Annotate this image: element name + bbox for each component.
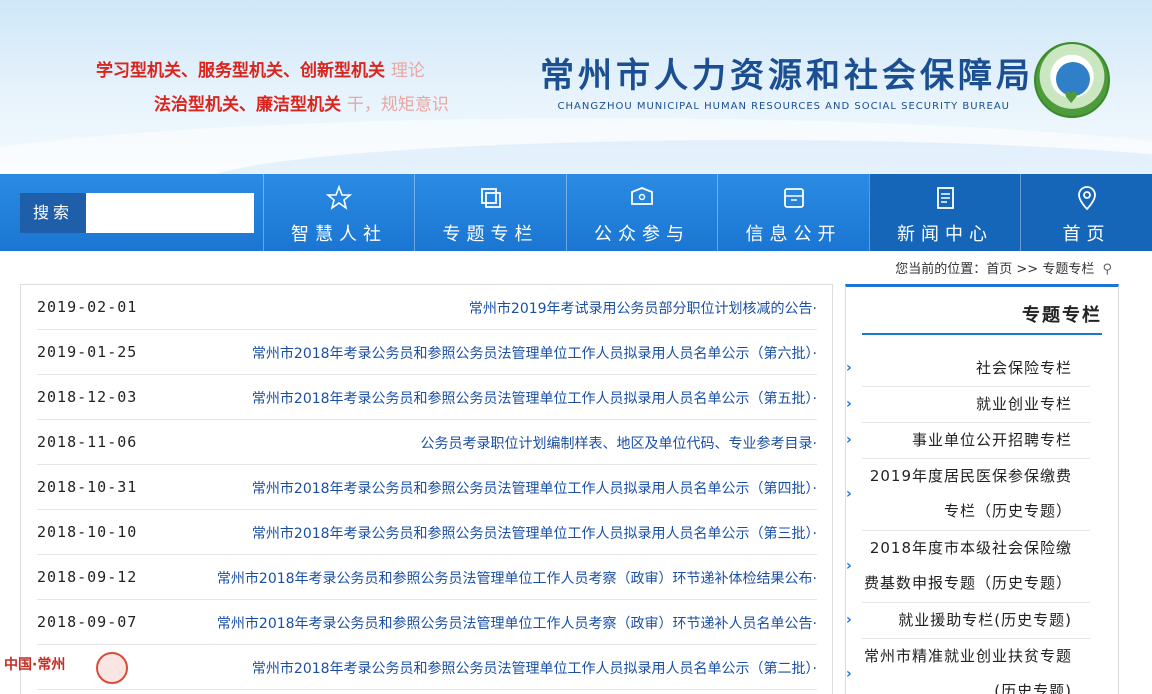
nav-item-info-disclosure[interactable]: 信息公开 — [717, 174, 869, 251]
nav-label-smart-hrss: 智慧人社 — [291, 224, 387, 245]
list-item: 2018-12-03 常州市2018年考录公务员和参照公务员法管理单位工作人员拟… — [37, 375, 817, 420]
nav-item-home[interactable]: 首页 — [1020, 174, 1152, 251]
list-item-date: 2018-09-07 — [37, 613, 138, 631]
chevron-right-icon: › — [846, 432, 852, 448]
sidebar-item-label: 2019年度居民医保参保缴费专栏（历史专题） — [869, 467, 1072, 520]
list-item: 2018-10-10 常州市2018年考录公务员和参照公务员法管理单位工作人员拟… — [37, 510, 817, 555]
nav-label-info-disclosure: 信息公开 — [745, 224, 842, 245]
chevron-right-icon: › — [846, 396, 852, 412]
list-item: 2018-09-12 常州市2018年考录公务员和参照公务员法管理单位工作人员考… — [37, 555, 817, 600]
header-slogan-1: 学习型机关、服务型机关、创新型机关 理论 — [96, 56, 425, 81]
list-item-date: 2019-01-25 — [37, 343, 138, 361]
sidebar-item-medical-insurance-2019[interactable]: › 2019年度居民医保参保缴费专栏（历史专题） — [846, 459, 1090, 531]
sidebar-item-label: 就业创业专栏 — [975, 395, 1072, 413]
nav-item-public-participation[interactable]: 公众参与 — [566, 174, 717, 251]
list-item-date: 2018-10-31 — [37, 478, 138, 496]
site-title[interactable]: 常州市人力资源和社会保障局 — [540, 48, 1030, 96]
location-pin-icon: ⚲ — [1102, 262, 1112, 277]
sidebar-title-text: 专题专栏 — [1022, 305, 1102, 326]
sidebar-item-label: 就业援助专栏(历史专题) — [898, 611, 1072, 629]
list-item: 2018-11-06 公务员考录职位计划编制样表、地区及单位代码、专业参考目录· — [37, 420, 817, 465]
inbox-icon — [783, 188, 804, 208]
list-item: 常州市2018年考录公务员和参照公务员法管理单位工作人员拟录用人员名单公示（第二… — [37, 645, 817, 690]
nav-item-news[interactable]: 新闻中心 — [869, 174, 1020, 251]
site-title-english: CHANGZHOU MUNICIPAL HUMAN RESOURCES AND … — [557, 101, 1010, 112]
list-item-link[interactable]: 公务员考录职位计划编制样表、地区及单位代码、专业参考目录· — [421, 433, 817, 453]
search-button[interactable]: 搜索 — [20, 193, 86, 233]
site-header: 学习型机关、服务型机关、创新型机关 理论 法治型机关、廉洁型机关 干，规矩意识 … — [0, 0, 1152, 174]
chat-icon — [631, 187, 653, 205]
list-item: 2018-10-31 常州市2018年考录公务员和参照公务员法管理单位工作人员拟… — [37, 465, 817, 510]
sidebar-item-employment[interactable]: › 就业创业专栏 — [846, 387, 1090, 423]
slogan-1-faded: 理论 — [390, 61, 425, 81]
document-icon — [937, 187, 954, 209]
sidebar-item-public-recruitment[interactable]: › 事业单位公开招聘专栏 — [846, 423, 1090, 459]
sidebar-item-label: 事业单位公开招聘专栏 — [911, 431, 1072, 449]
city-emblem[interactable]: 中国·常州 — [4, 650, 128, 690]
list-item-link[interactable]: 常州市2018年考录公务员和参照公务员法管理单位工作人员拟录用人员名单公示（第六… — [252, 343, 817, 363]
list-item-date: 2018-09-12 — [37, 568, 138, 586]
nav-label-special-topics: 专题专栏 — [442, 224, 539, 245]
list-item-link[interactable]: 常州市2018年考录公务员和参照公务员法管理单位工作人员拟录用人员名单公示（第五… — [252, 388, 817, 408]
sidebar-item-label: 社会保险专栏 — [975, 359, 1072, 377]
chevron-right-icon: › — [846, 612, 852, 628]
nav-label-public-participation: 公众参与 — [594, 224, 690, 245]
list-item: 2019-01-25 常州市2018年考录公务员和参照公务员法管理单位工作人员拟… — [37, 330, 817, 375]
list-item: 2019-02-01 常州市2019年考试录用公务员部分职位计划核减的公告· — [37, 285, 817, 330]
list-item-link[interactable]: 常州市2018年考录公务员和参照公务员法管理单位工作人员拟录用人员名单公示（第四… — [252, 478, 817, 498]
breadcrumb: 您当前的位置：首页 >> 专题专栏 ⚲ — [880, 258, 1112, 278]
sidebar-item-social-insurance-base-2018[interactable]: › 2018年度市本级社会保险缴费基数申报专题（历史专题） — [846, 531, 1090, 603]
nav-label-home: 首页 — [1062, 224, 1111, 245]
sidebar-item-employment-assistance[interactable]: › 就业援助专栏(历史专题) — [846, 603, 1090, 639]
nav-item-smart-hrss[interactable]: 智慧人社 — [263, 174, 414, 251]
chevron-right-icon: › — [846, 486, 852, 502]
location-pin-icon — [1077, 186, 1096, 211]
chevron-right-icon: › — [846, 666, 852, 682]
chevron-right-icon: › — [846, 360, 852, 376]
topics-sidebar: 专题专栏 › 社会保险专栏 › 就业创业专栏 › 事业单位公开招聘专栏 › 20… — [845, 284, 1119, 694]
chevron-right-icon: › — [846, 558, 852, 574]
list-item-date: 2019-02-01 — [37, 298, 138, 316]
list-item-link[interactable]: 常州市2019年考试录用公务员部分职位计划核减的公告· — [469, 298, 817, 318]
list-item-date: 2018-12-03 — [37, 388, 138, 406]
logo-heart-icon: ♥ — [1064, 88, 1079, 107]
sidebar-item-label: 2018年度市本级社会保险缴费基数申报专题（历史专题） — [863, 539, 1072, 592]
list-item-link[interactable]: 常州市2018年考录公务员和参照公务员法管理单位工作人员考察（政审）环节递补人员… — [217, 613, 817, 633]
star-icon — [325, 184, 353, 210]
nav-item-special-topics[interactable]: 专题专栏 — [414, 174, 566, 251]
bureau-logo-icon[interactable]: ♥ — [1034, 42, 1110, 118]
breadcrumb-text: 您当前的位置：首页 >> 专题专栏 — [895, 262, 1095, 277]
slogan-2-faded: 干，规矩意识 — [346, 95, 449, 115]
nav-label-news: 新闻中心 — [897, 224, 993, 245]
slogan-2-red: 法治型机关、廉洁型机关 — [154, 95, 341, 115]
sidebar-item-poverty-alleviation[interactable]: › 常州市精准就业创业扶贫专题(历史专题) — [846, 639, 1090, 694]
article-list: 2019-02-01 常州市2019年考试录用公务员部分职位计划核减的公告· 2… — [20, 284, 833, 694]
list-item-link[interactable]: 常州市2018年考录公务员和参照公务员法管理单位工作人员考察（政审）环节递补体检… — [217, 568, 817, 588]
emblem-text: 中国·常州 — [4, 657, 66, 673]
sidebar-item-label: 常州市精准就业创业扶贫专题(历史专题) — [863, 647, 1072, 694]
sidebar-item-social-insurance[interactable]: › 社会保险专栏 — [846, 351, 1090, 387]
list-item: 2018-09-07 常州市2018年考录公务员和参照公务员法管理单位工作人员考… — [37, 600, 817, 645]
copy-icon — [480, 188, 501, 208]
slogan-1-red: 学习型机关、服务型机关、创新型机关 — [96, 61, 385, 81]
list-item-date: 2018-10-10 — [37, 523, 138, 541]
list-item-link[interactable]: 常州市2018年考录公务员和参照公务员法管理单位工作人员拟录用人员名单公示（第二… — [252, 658, 817, 678]
search-input[interactable] — [86, 193, 254, 233]
emblem-seal-icon — [96, 652, 128, 684]
header-slogan-2: 法治型机关、廉洁型机关 干，规矩意识 — [154, 90, 449, 115]
list-item-date: 2018-11-06 — [37, 433, 138, 451]
sidebar-title: 专题专栏 — [862, 287, 1102, 335]
list-item-link[interactable]: 常州市2018年考录公务员和参照公务员法管理单位工作人员拟录用人员名单公示（第三… — [252, 523, 817, 543]
